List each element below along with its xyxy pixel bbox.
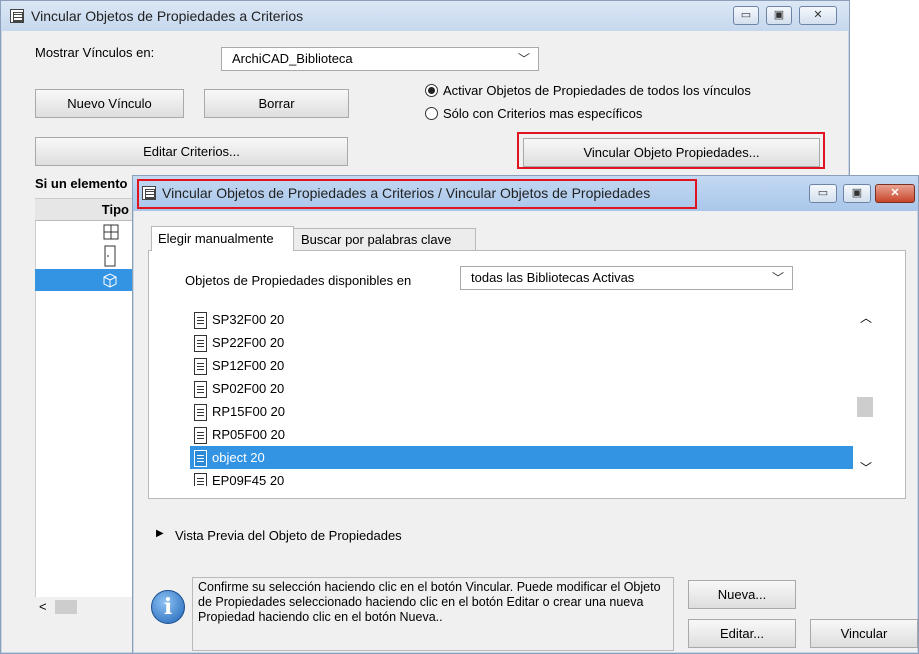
list-item[interactable]: SP02F00 20 (190, 377, 853, 400)
scroll-thumb[interactable] (55, 600, 77, 614)
object-type-icon (103, 273, 117, 288)
link-button[interactable]: Vincular (810, 619, 918, 648)
list-item[interactable]: SP12F00 20 (190, 354, 853, 377)
radio-all-links-label: Activar Objetos de Propiedades de todos … (443, 83, 751, 98)
info-message-text: Confirme su selección haciendo clic en e… (198, 580, 661, 624)
document-icon (194, 335, 207, 353)
back-window-title: Vincular Objetos de Propiedades a Criter… (31, 8, 304, 24)
info-message: Confirme su selección haciendo clic en e… (192, 577, 674, 651)
window-type-icon (103, 224, 119, 240)
show-links-value: ArchiCAD_Biblioteca (232, 51, 353, 66)
title-highlight-frame (137, 179, 697, 209)
horizontal-scrollbar[interactable]: < (35, 597, 135, 617)
list-item[interactable]: RP05F00 20 (190, 423, 853, 446)
edit-criteria-button[interactable]: Editar Criterios... (35, 137, 348, 166)
close-icon[interactable]: ✕ (799, 6, 837, 25)
document-icon (194, 358, 207, 376)
radio-all-links[interactable] (425, 84, 438, 97)
close-icon[interactable]: ✕ (875, 184, 915, 203)
selected-type-row[interactable] (35, 269, 135, 291)
list-item[interactable]: SP32F00 20 (190, 308, 853, 331)
scroll-left-arrow[interactable]: < (39, 599, 47, 614)
chevron-down-icon: ﹀ (771, 271, 784, 285)
radio-specific-criteria-label: Sólo con Criterios mas específicos (443, 106, 643, 121)
scroll-down-icon[interactable]: ﹀ (860, 459, 872, 476)
tab-keyword-search-label: Buscar por palabras clave (301, 232, 452, 247)
show-links-select[interactable]: ArchiCAD_Biblioteca ﹀ (221, 47, 539, 71)
list-item-label: RP05F00 20 (212, 427, 285, 442)
door-type-icon (104, 245, 116, 267)
list-item-label: SP32F00 20 (212, 312, 285, 327)
vertical-scrollbar[interactable]: ︿ ﹀ (853, 303, 877, 486)
minimize-icon[interactable]: ▭ (809, 184, 837, 203)
scroll-thumb[interactable] (857, 397, 873, 417)
list-item-label: SP22F00 20 (212, 335, 285, 350)
document-icon (194, 312, 207, 330)
tab-panel: Objetos de Propiedades disponibles en to… (148, 250, 906, 499)
delete-button[interactable]: Borrar (204, 89, 349, 118)
document-icon (194, 450, 207, 468)
tab-choose-manually-label: Elegir manualmente (158, 231, 274, 246)
new-button[interactable]: Nueva... (688, 580, 796, 609)
show-links-label: Mostrar Vínculos en: (35, 45, 155, 60)
tab-choose-manually[interactable]: Elegir manualmente (151, 226, 294, 251)
list-item[interactable]: RP15F00 20 (190, 400, 853, 423)
chevron-down-icon: ﹀ (517, 52, 530, 66)
new-link-button[interactable]: Nuevo Vínculo (35, 89, 184, 118)
minimize-icon[interactable]: ▭ (733, 6, 759, 25)
criteria-list[interactable] (35, 198, 135, 608)
scroll-up-icon[interactable]: ︿ (860, 309, 872, 326)
document-icon (194, 473, 207, 486)
available-in-label: Objetos de Propiedades disponibles en (185, 273, 412, 288)
list-item-selected[interactable]: object 20 (190, 446, 853, 469)
type-column-label: Tipo (101, 202, 129, 217)
type-column-header[interactable]: Tipo (35, 199, 135, 221)
document-icon (194, 404, 207, 422)
preview-label[interactable]: Vista Previa del Objeto de Propiedades (175, 528, 402, 543)
maximize-icon[interactable]: ▣ (843, 184, 871, 203)
if-element-label: Si un elemento (35, 176, 128, 191)
list-item-label: SP02F00 20 (212, 381, 285, 396)
list-item-label: RP15F00 20 (212, 404, 285, 419)
list-item[interactable]: EP09F45 20 (190, 469, 853, 486)
list-item-label: SP12F00 20 (212, 358, 285, 373)
maximize-icon[interactable]: ▣ (766, 6, 792, 25)
back-window-titlebar[interactable]: Vincular Objetos de Propiedades a Criter… (1, 1, 849, 31)
disclosure-triangle-icon[interactable]: ▶ (156, 528, 164, 539)
highlight-frame (517, 132, 825, 169)
list-item[interactable]: SP22F00 20 (190, 331, 853, 354)
document-icon (194, 427, 207, 445)
radio-specific-criteria[interactable] (425, 107, 438, 120)
edit-button[interactable]: Editar... (688, 619, 796, 648)
document-icon (194, 381, 207, 399)
window-app-icon (10, 9, 24, 23)
list-item-label: EP09F45 20 (212, 473, 285, 486)
info-icon: i (151, 590, 185, 624)
list-item-label: object 20 (212, 450, 265, 465)
tab-keyword-search[interactable]: Buscar por palabras clave (293, 228, 476, 251)
front-window: Vincular Objetos de Propiedades a Criter… (132, 175, 919, 654)
available-in-select[interactable]: todas las Bibliotecas Activas ﹀ (460, 266, 793, 290)
available-in-value: todas las Bibliotecas Activas (471, 270, 635, 285)
property-objects-list[interactable]: SP32F00 20 SP22F00 20 SP12F00 20 SP02F00… (190, 303, 877, 486)
